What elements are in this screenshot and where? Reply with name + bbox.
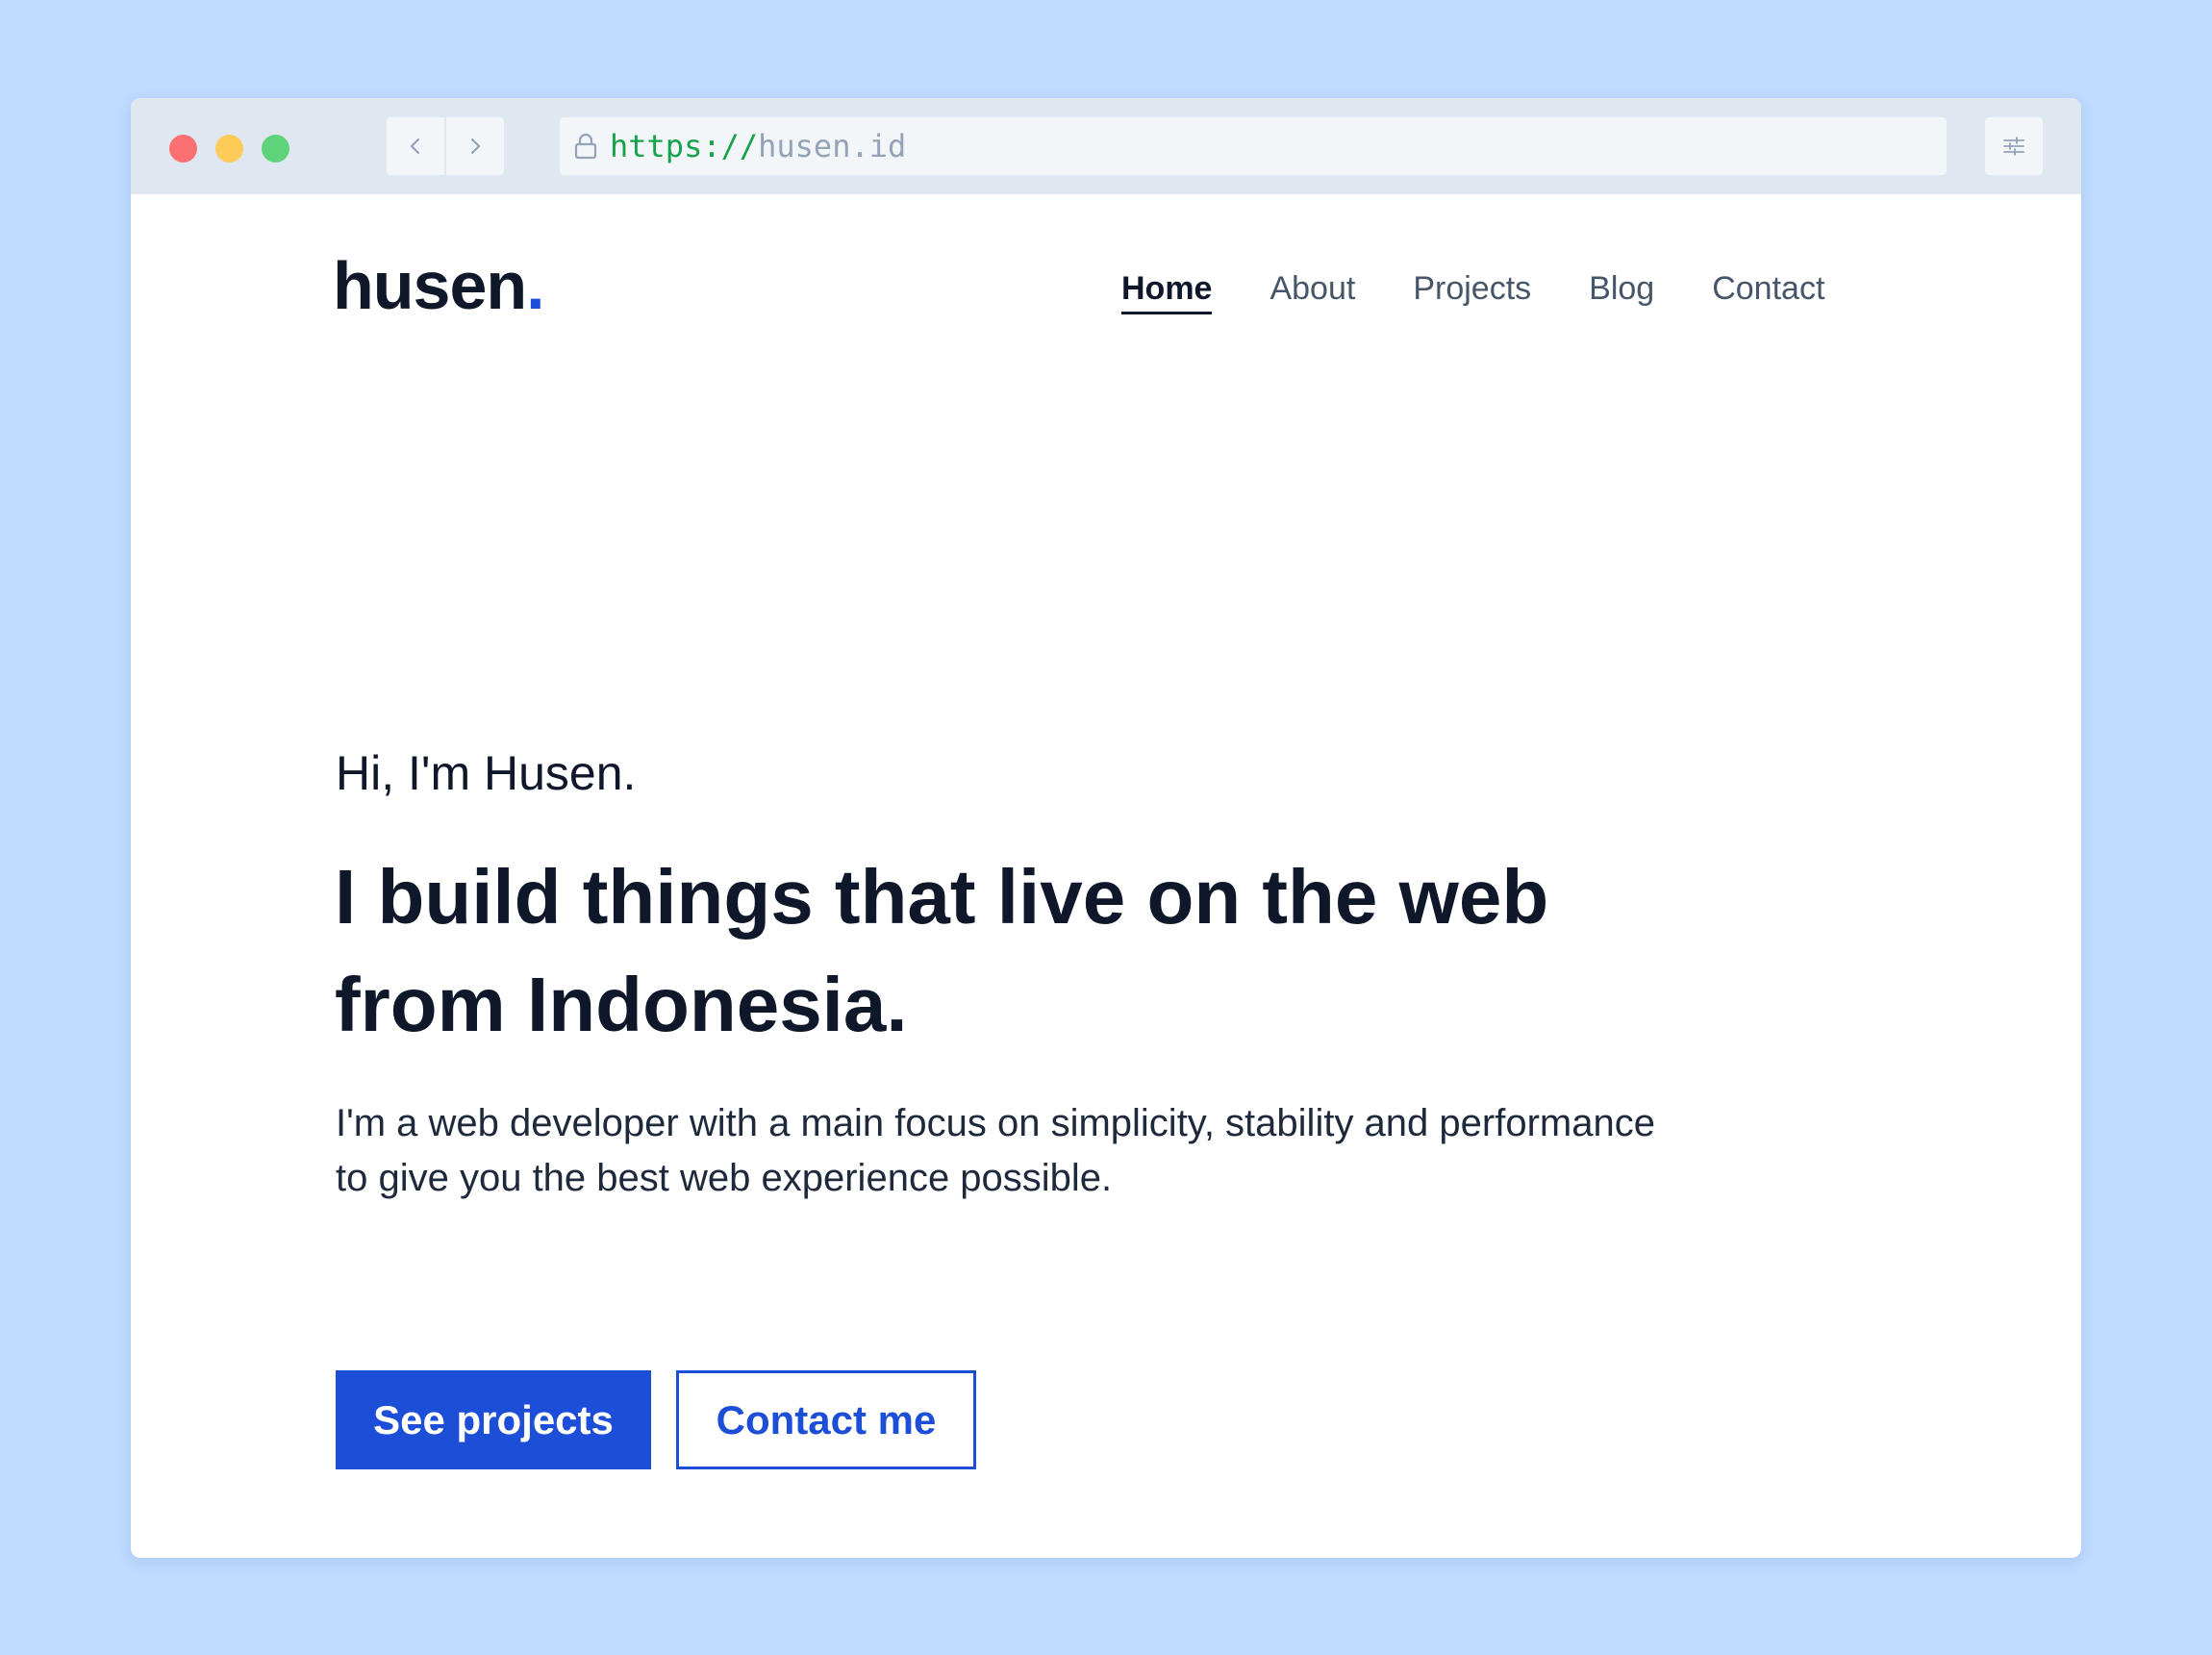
hero-greeting: Hi, I'm Husen. (336, 746, 637, 800)
see-projects-button[interactable]: See projects (336, 1370, 651, 1469)
nav-item-about[interactable]: About (1269, 267, 1355, 310)
lock-icon (574, 133, 597, 160)
main-nav: Home About Projects Blog Contact (1121, 267, 1824, 315)
logo-text: husen (333, 248, 527, 323)
settings-button[interactable] (1985, 117, 2043, 175)
nav-item-contact[interactable]: Contact (1712, 267, 1824, 310)
minimize-window-button[interactable] (215, 135, 243, 163)
nav-item-projects[interactable]: Projects (1413, 267, 1531, 310)
hero-intro: I'm a web developer with a main focus on… (336, 1102, 1655, 1199)
sliders-icon (2003, 137, 2024, 156)
hero-headline: I build things that live on the web from… (335, 854, 1549, 1047)
logo-dot: . (526, 248, 544, 323)
chevron-left-icon (410, 138, 420, 155)
browser-titlebar: https://husen.id (131, 98, 2081, 194)
nav-item-blog[interactable]: Blog (1589, 267, 1654, 310)
contact-me-button[interactable]: Contact me (676, 1370, 976, 1469)
close-window-button[interactable] (169, 135, 197, 163)
nav-item-home[interactable]: Home (1121, 267, 1213, 314)
url-scheme: https:// (610, 128, 759, 164)
address-bar[interactable]: https://husen.id (560, 117, 1947, 175)
web-page: husen. Home About Projects Blog Contact … (131, 194, 2081, 1558)
site-logo[interactable]: husen. (333, 252, 545, 319)
chevron-right-icon (470, 138, 481, 155)
url-host: husen.id (758, 128, 907, 164)
browser-window: https://husen.id husen. Home About Proje… (131, 98, 2081, 1558)
maximize-window-button[interactable] (262, 135, 289, 163)
back-button[interactable] (387, 117, 444, 175)
forward-button[interactable] (446, 117, 504, 175)
